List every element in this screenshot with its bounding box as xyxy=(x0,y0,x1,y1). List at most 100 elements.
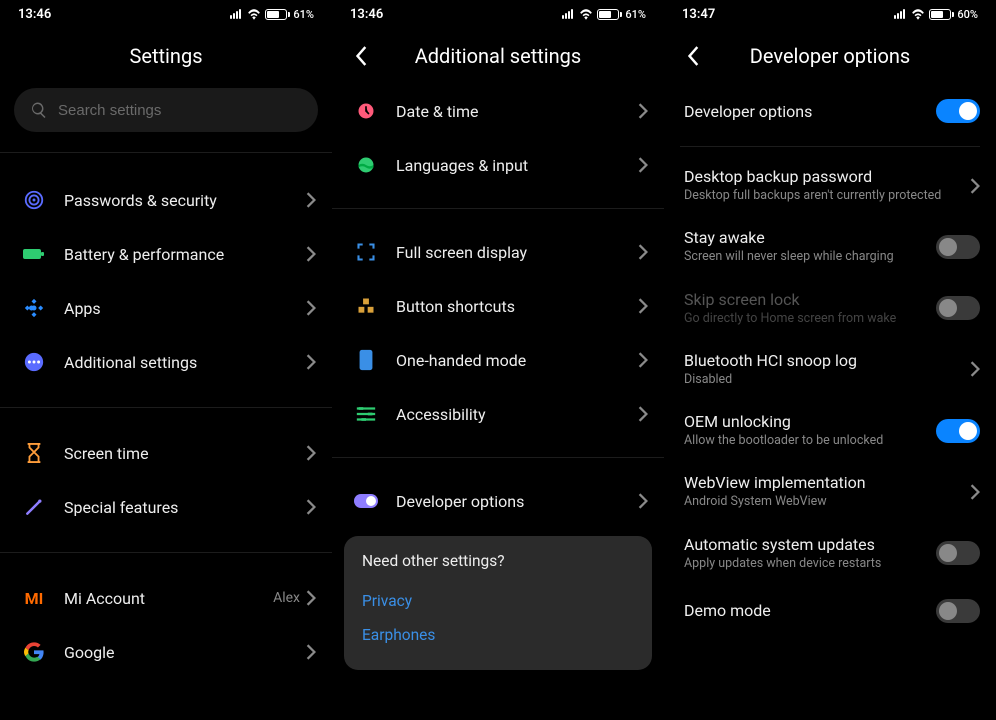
search-input[interactable] xyxy=(58,102,302,119)
phone-icon xyxy=(352,346,380,374)
pane-content: Developer options Desktop backup password… xyxy=(664,84,996,720)
back-button[interactable] xyxy=(346,40,378,72)
status-right: 61% xyxy=(562,8,646,21)
row-passwords-security[interactable]: Passwords & security xyxy=(0,173,332,227)
divider xyxy=(0,552,332,553)
chevron-left-icon xyxy=(356,46,368,66)
status-bar: 13:47 60% xyxy=(664,0,996,28)
row-label: Button shortcuts xyxy=(396,297,638,316)
battery-icon xyxy=(597,9,619,20)
wifi-icon xyxy=(911,9,925,20)
status-bar: 13:46 61% xyxy=(0,0,332,28)
row-subtitle: Android System WebView xyxy=(684,494,970,510)
chevron-right-icon xyxy=(970,178,980,194)
toggle-switch[interactable] xyxy=(936,541,980,565)
row-label: One-handed mode xyxy=(396,351,638,370)
row-one-handed-mode[interactable]: One-handed mode xyxy=(332,333,664,387)
accessibility-icon xyxy=(352,400,380,428)
row-title: Bluetooth HCI snoop log xyxy=(684,351,970,370)
toggle-switch[interactable] xyxy=(936,419,980,443)
pane-content: Date & time Languages & input Full scree… xyxy=(332,84,664,720)
battery-icon xyxy=(20,240,48,268)
pane-additional-settings: 13:46 61% Additional settings Date & tim… xyxy=(332,0,664,720)
fullscreen-icon xyxy=(352,238,380,266)
row-label: Languages & input xyxy=(396,156,638,175)
dev-row[interactable]: Automatic system updates Apply updates wh… xyxy=(664,523,996,584)
row-google[interactable]: Google xyxy=(0,625,332,679)
battery-percent: 60% xyxy=(957,8,978,21)
dev-row[interactable]: Developer options xyxy=(664,84,996,138)
divider xyxy=(680,146,980,147)
back-button[interactable] xyxy=(678,40,710,72)
search-wrap xyxy=(0,84,332,146)
divider xyxy=(332,208,664,209)
row-apps[interactable]: Apps xyxy=(0,281,332,335)
need-other-settings-card: Need other settings? Privacy Earphones xyxy=(344,536,652,670)
toggle-switch[interactable] xyxy=(936,235,980,259)
row-full-screen-display[interactable]: Full screen display xyxy=(332,225,664,279)
row-title: Skip screen lock xyxy=(684,290,936,309)
battery-percent: 61% xyxy=(625,8,646,21)
dev-row[interactable]: Desktop backup passwordDesktop full back… xyxy=(664,155,996,216)
page-title: Additional settings xyxy=(415,44,582,68)
header: Settings xyxy=(0,28,332,84)
row-screen-time[interactable]: Screen time xyxy=(0,426,332,480)
pane-developer-options: 13:47 60% Developer options Developer op… xyxy=(664,0,996,720)
toggle-switch[interactable] xyxy=(936,296,980,320)
row-label: Passwords & security xyxy=(64,191,306,210)
row-battery-performance[interactable]: Battery & performance xyxy=(0,227,332,281)
row-date-time[interactable]: Date & time xyxy=(332,84,664,138)
row-label: Battery & performance xyxy=(64,245,306,264)
card-link-earphones[interactable]: Earphones xyxy=(362,618,634,652)
search-field[interactable] xyxy=(14,88,318,132)
row-special-features[interactable]: Special features xyxy=(0,480,332,534)
card-link-privacy[interactable]: Privacy xyxy=(362,584,634,618)
row-title: Automatic system updates xyxy=(684,535,936,554)
chevron-right-icon xyxy=(306,246,316,262)
clock-icon xyxy=(352,97,380,125)
row-developer-options[interactable]: Developer options xyxy=(332,474,664,528)
wand-icon xyxy=(20,493,48,521)
chevron-left-icon xyxy=(688,46,700,66)
dev-row[interactable]: WebView implementationAndroid System Web… xyxy=(664,461,996,522)
chevron-right-icon xyxy=(306,354,316,370)
row-button-shortcuts[interactable]: Button shortcuts xyxy=(332,279,664,333)
status-right: 61% xyxy=(230,8,314,21)
divider xyxy=(332,457,664,458)
row-title: Demo mode xyxy=(684,601,936,620)
battery-icon xyxy=(265,9,287,20)
row-label: Apps xyxy=(64,299,306,318)
row-subtitle: Desktop full backups aren't currently pr… xyxy=(684,188,970,204)
dev-row: Skip screen lockGo directly to Home scre… xyxy=(664,278,996,339)
dev-row[interactable]: OEM unlockingAllow the bootloader to be … xyxy=(664,400,996,461)
pane-content: Passwords & security Battery & performan… xyxy=(0,146,332,720)
row-label: Date & time xyxy=(396,102,638,121)
chevron-right-icon xyxy=(638,244,648,260)
pane-settings: 13:46 61% Settings Passwords & security xyxy=(0,0,332,720)
status-time: 13:46 xyxy=(18,7,51,22)
toggle-switch[interactable] xyxy=(936,99,980,123)
dev-row[interactable]: Stay awakeScreen will never sleep while … xyxy=(664,216,996,277)
row-additional-settings[interactable]: Additional settings xyxy=(0,335,332,389)
signal-icon xyxy=(230,9,241,19)
row-label: Screen time xyxy=(64,444,306,463)
row-mi-account[interactable]: MI Mi Account Alex xyxy=(0,571,332,625)
row-accessibility[interactable]: Accessibility xyxy=(332,387,664,441)
row-title: Developer options xyxy=(684,102,936,121)
wifi-icon xyxy=(247,9,261,20)
mi-icon: MI xyxy=(20,584,48,612)
row-subtitle: Apply updates when device restarts xyxy=(684,556,936,572)
divider xyxy=(0,152,332,153)
toggle-switch[interactable] xyxy=(936,599,980,623)
chevron-right-icon xyxy=(638,406,648,422)
row-label: Special features xyxy=(64,498,306,517)
buttons-icon xyxy=(352,292,380,320)
row-languages-input[interactable]: Languages & input xyxy=(332,138,664,192)
chevron-right-icon xyxy=(638,103,648,119)
chevron-right-icon xyxy=(306,445,316,461)
signal-icon xyxy=(894,9,905,19)
dev-row[interactable]: Bluetooth HCI snoop logDisabled xyxy=(664,339,996,400)
google-icon xyxy=(20,638,48,666)
battery-icon xyxy=(929,9,951,20)
dev-row[interactable]: Demo mode xyxy=(664,584,996,638)
